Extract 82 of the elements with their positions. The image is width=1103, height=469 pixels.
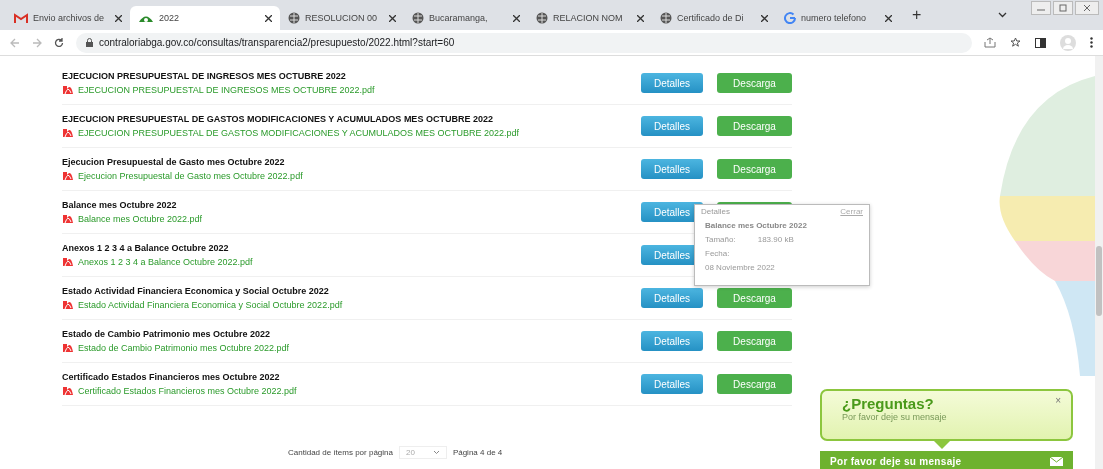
date-value: 08 Noviembre 2022 <box>705 263 776 272</box>
pdf-file-icon <box>62 342 74 353</box>
star-icon[interactable] <box>1010 37 1021 48</box>
pdf-file-icon <box>62 213 74 224</box>
page-indicator: Página 4 de 4 <box>452 448 503 457</box>
close-icon[interactable] <box>115 14 122 22</box>
browser-tab[interactable]: 2022 <box>130 6 280 30</box>
chat-heading: ¿Preguntas? <box>842 395 934 412</box>
download-button[interactable]: Descarga <box>717 159 792 179</box>
reload-icon[interactable] <box>54 37 64 48</box>
close-link[interactable]: Cerrar <box>840 207 863 216</box>
details-button[interactable]: Detalles <box>641 73 703 93</box>
items-per-page-select[interactable]: 20 <box>398 446 447 459</box>
browser-tab[interactable]: numero telefono <box>776 6 900 30</box>
close-icon[interactable] <box>513 14 520 22</box>
chat-bar[interactable]: Por favor deje su mensaje <box>820 451 1073 469</box>
download-button[interactable]: Descarga <box>717 374 792 394</box>
close-icon[interactable] <box>389 14 396 22</box>
envelope-icon <box>1050 456 1063 466</box>
google-icon <box>784 12 796 24</box>
globe-icon <box>412 12 424 24</box>
pdf-file-icon <box>62 170 74 181</box>
document-title: EJECUCION PRESUPUESTAL DE INGRESOS MES OCTUBRE 2022 <box>62 71 347 81</box>
details-button[interactable]: Detalles <box>641 159 703 179</box>
pdf-file-icon <box>62 127 74 138</box>
pdf-link[interactable]: Balance mes Octubre 2022.pdf <box>78 213 203 224</box>
download-button[interactable]: Descarga <box>717 73 792 93</box>
browser-tab[interactable]: Certificado de Di <box>652 6 776 30</box>
close-icon[interactable] <box>885 14 892 22</box>
pdf-link[interactable]: EJECUCION PRESUPUESTAL DE GASTOS MODIFICACIONES Y ACUMULADOS MES OCTUBRE 2022.pdf <box>78 127 520 138</box>
pdf-file-icon <box>62 84 74 95</box>
download-button[interactable]: Descarga <box>717 116 792 136</box>
close-icon[interactable] <box>761 14 768 22</box>
pdf-link[interactable]: Anexos 1 2 3 4 a Balance Octubre 2022.pdf <box>78 256 253 267</box>
size-label: Tamaño: <box>705 235 736 244</box>
close-button[interactable]: × <box>1055 395 1061 406</box>
close-window-icon[interactable] <box>1075 1 1099 15</box>
items-per-page-label: Cantidad de ítems por página <box>288 448 393 457</box>
sidebar-icon[interactable] <box>1035 37 1046 48</box>
popup-title: Balance mes Octubre 2022 <box>705 221 808 230</box>
menu-icon[interactable] <box>1090 37 1093 48</box>
close-icon[interactable] <box>637 14 644 22</box>
details-button[interactable]: Detalles <box>641 374 703 394</box>
chat-message: Por favor deje su mensaje <box>842 412 948 422</box>
pdf-file-icon <box>62 256 74 267</box>
mail-icon <box>14 12 28 24</box>
pdf-file-icon <box>62 299 74 310</box>
document-title: Estado Actividad Financiera Economica y Social Octubre 2022 <box>62 286 330 296</box>
size-value: 183.90 kB <box>757 235 794 244</box>
new-tab-button[interactable]: + <box>908 6 926 24</box>
address-bar[interactable]: contraloriabga.gov.co/consultas/transparencia2/presupuesto/2022.html?start=60 <box>76 32 972 53</box>
chevron-down-icon[interactable] <box>998 12 1007 18</box>
date-label: Fecha: <box>705 249 731 258</box>
pdf-link[interactable]: Estado de Cambio Patrimonio mes Octubre 2022.pdf <box>78 342 290 353</box>
pdf-link[interactable]: Ejecucion Presupuestal de Gasto mes Octubre 2022.pdf <box>78 170 303 181</box>
browser-tab[interactable]: RELACION NOM <box>528 6 652 30</box>
share-icon[interactable] <box>984 37 996 48</box>
pdf-link[interactable]: Estado Actividad Financiera Economica y Social Octubre 2022.pdf <box>78 299 343 310</box>
globe-icon <box>288 12 300 24</box>
details-button[interactable]: Detalles <box>641 116 703 136</box>
browser-tab[interactable]: RESOLUCION 00 <box>280 6 404 30</box>
lock-icon <box>86 38 93 47</box>
download-button[interactable]: Descarga <box>717 288 792 308</box>
document-title: Certificado Estados Financieros mes Octubre 2022 <box>62 372 281 382</box>
pdf-file-icon <box>62 385 74 396</box>
details-button[interactable]: Detalles <box>641 331 703 351</box>
document-title: Anexos 1 2 3 4 a Balance Octubre 2022 <box>62 243 230 253</box>
details-button[interactable]: Detalles <box>641 288 703 308</box>
globe-icon <box>660 12 672 24</box>
popup-heading: Detalles <box>701 207 730 216</box>
chevron-down-icon <box>432 450 440 455</box>
pdf-link[interactable]: Certificado Estados Financieros mes Octubre 2022.pdf <box>78 385 297 396</box>
close-icon[interactable] <box>265 14 272 22</box>
download-button[interactable]: Descarga <box>717 331 792 351</box>
document-title: EJECUCION PRESUPUESTAL DE GASTOS MODIFICACIONES Y ACUMULADOS MES OCTUBRE 2022 <box>62 114 494 124</box>
document-title: Ejecucion Presupuestal de Gasto mes Octubre 2022 <box>62 157 286 167</box>
pdf-link[interactable]: EJECUCION PRESUPUESTAL DE INGRESOS MES OCTUBRE 2022.pdf <box>78 84 375 95</box>
browser-tab[interactable]: Bucaramanga, <box>404 6 528 30</box>
document-title: Balance mes Octubre 2022 <box>62 200 178 210</box>
globe-icon <box>536 12 548 24</box>
document-title: Estado de Cambio Patrimonio mes Octubre 2022 <box>62 329 272 339</box>
browser-tab[interactable]: Envio archivos de <box>6 6 130 30</box>
